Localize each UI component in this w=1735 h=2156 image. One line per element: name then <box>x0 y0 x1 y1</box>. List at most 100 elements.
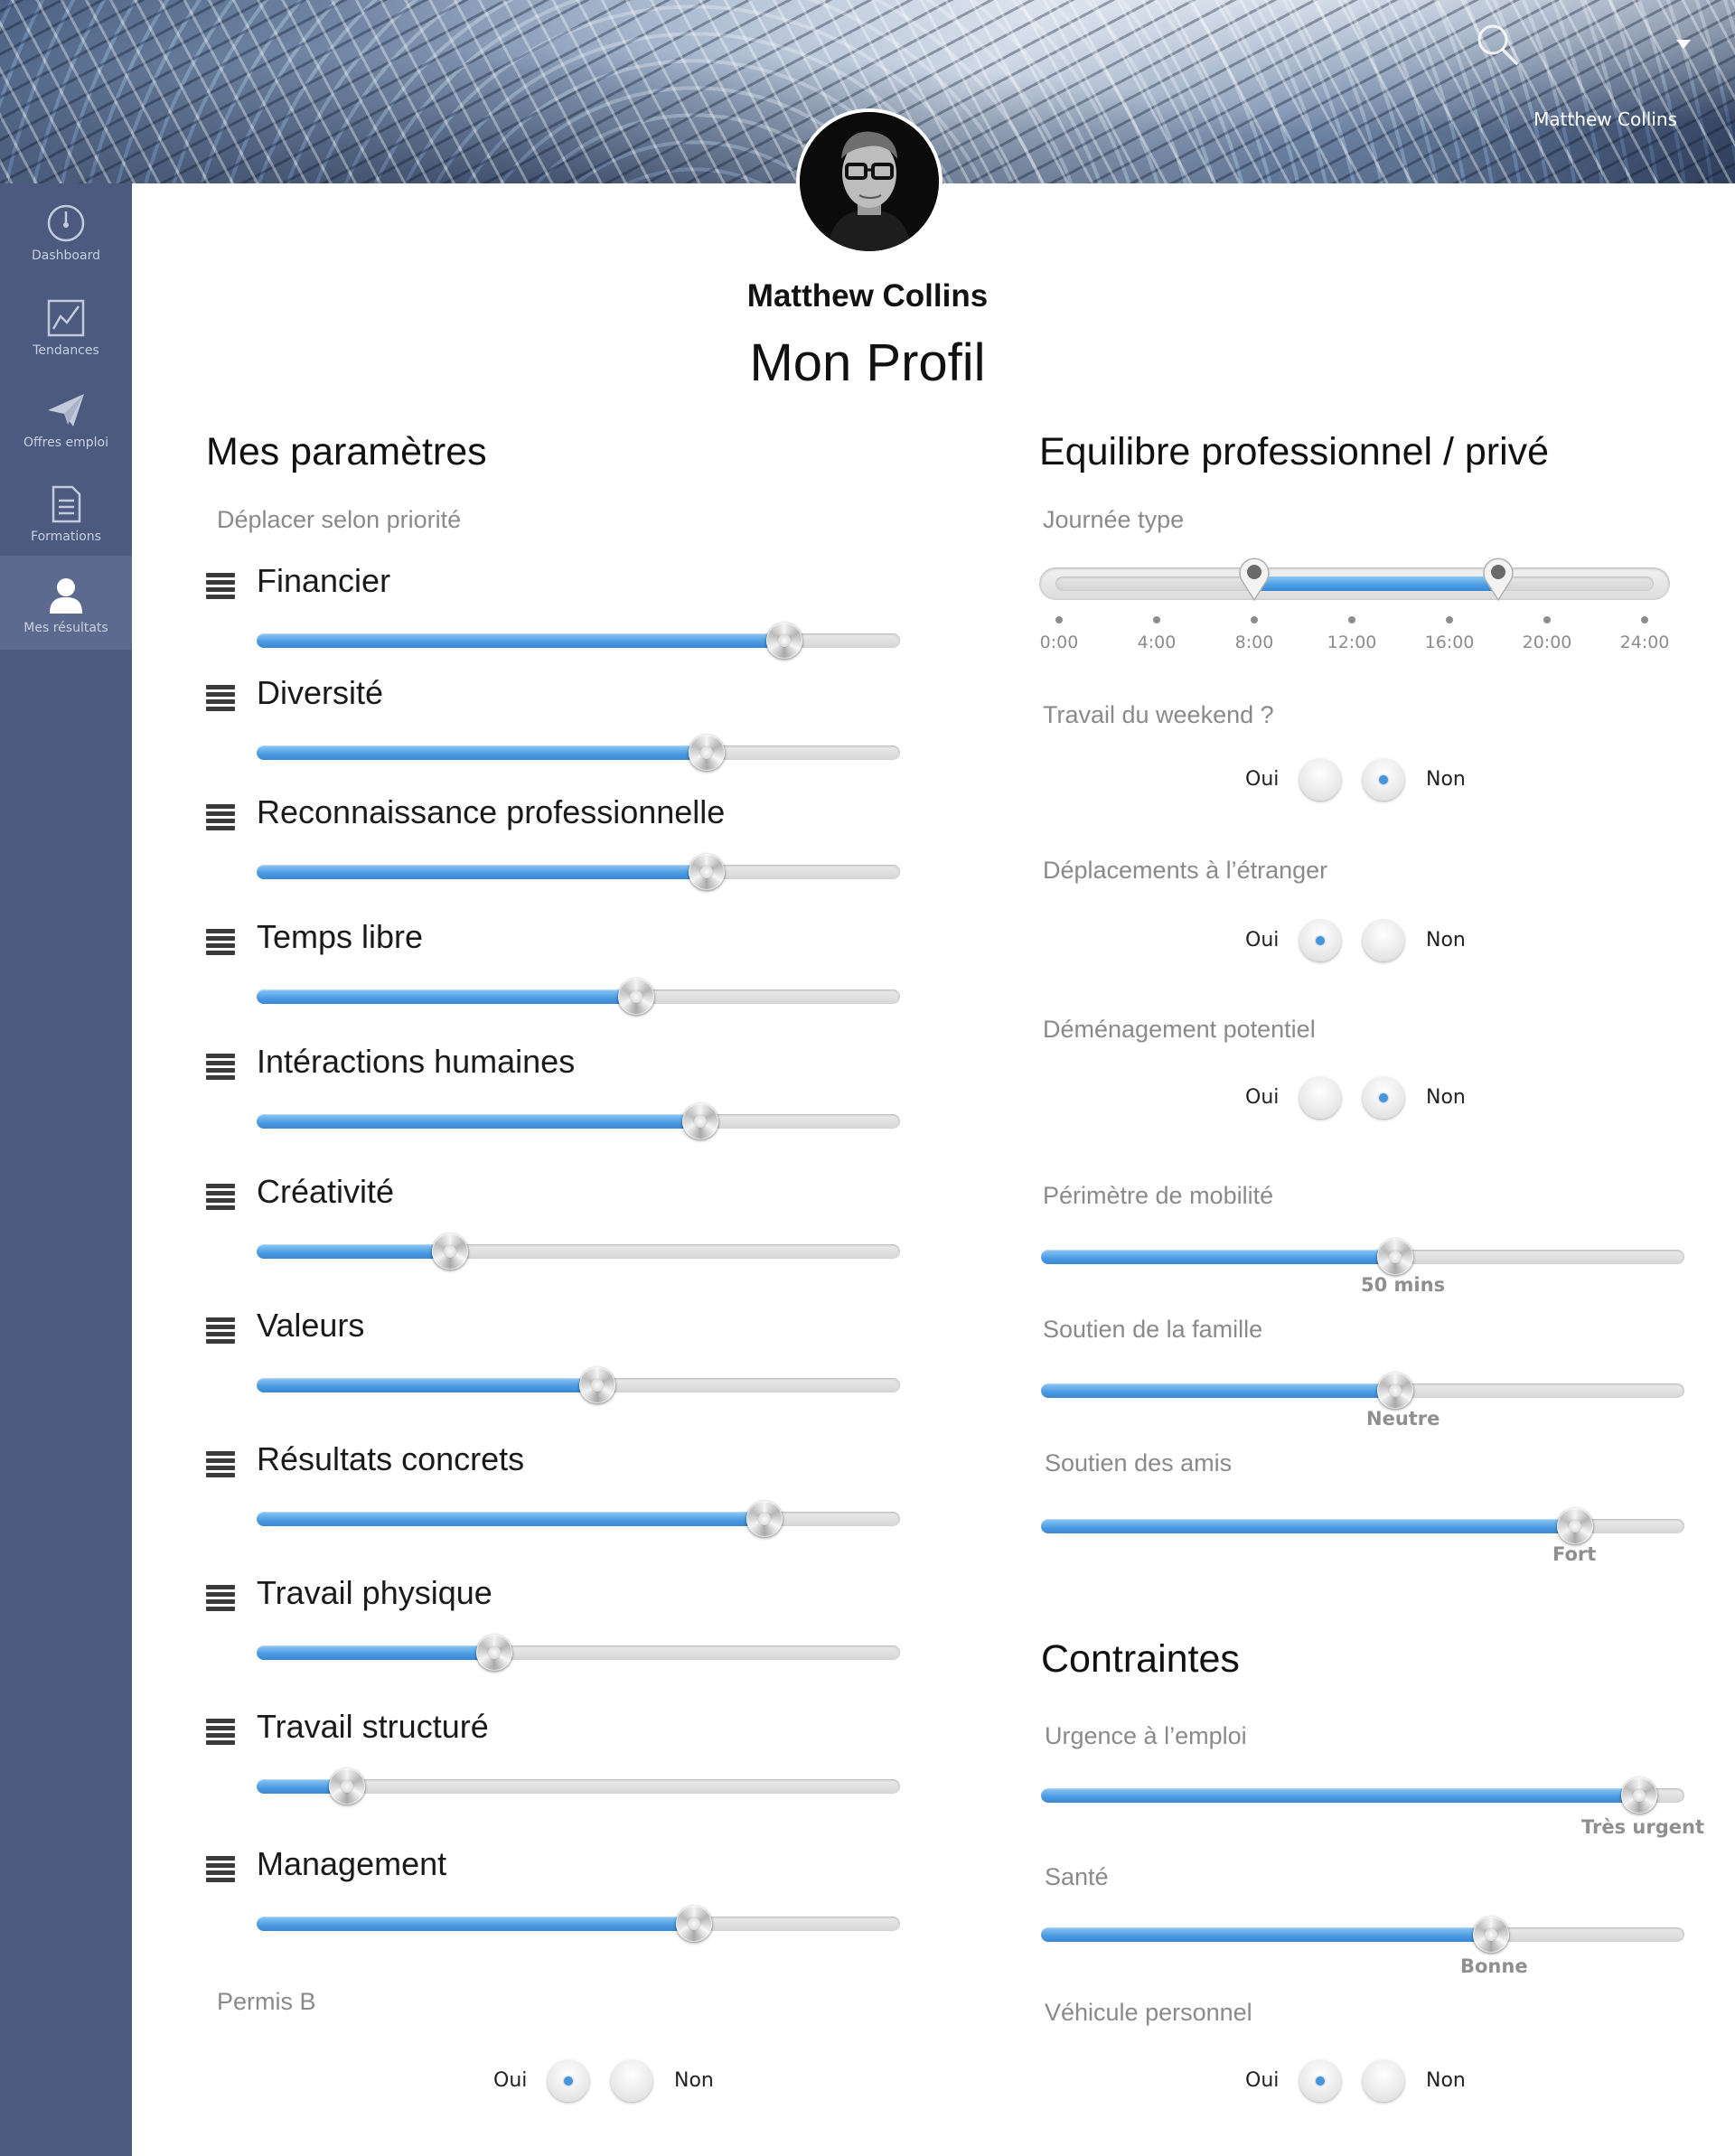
drag-handle-icon[interactable] <box>206 573 235 599</box>
priority-item[interactable]: Financier <box>206 562 911 674</box>
mobilite-caption: 50 mins <box>1361 1274 1446 1296</box>
famille-slider[interactable] <box>1041 1372 1684 1409</box>
priority-label: Travail physique <box>257 1574 492 1611</box>
range-tick-dot <box>1446 616 1453 623</box>
deplacements-radio-group: Oui Non <box>1240 920 1475 965</box>
amis-caption: Fort <box>1552 1543 1597 1565</box>
drag-handle-icon[interactable] <box>206 1184 235 1210</box>
amis-slider[interactable] <box>1041 1507 1684 1544</box>
slider-fill <box>257 1114 700 1129</box>
slider-knob[interactable] <box>746 1501 783 1537</box>
journee-type-range[interactable]: 0:00 4:00 8:00 12:00 16:00 20:00 24:00 <box>1039 558 1670 672</box>
sante-slider[interactable] <box>1041 1916 1684 1953</box>
radio-non-label: Non <box>1426 2069 1466 2092</box>
slider-fill <box>257 1645 494 1660</box>
document-icon <box>52 485 81 523</box>
sidebar-item-mes-resultats[interactable]: Mes résultats <box>0 556 132 650</box>
priority-item[interactable]: Management <box>206 1845 911 1957</box>
permis-label: Permis B <box>217 1988 316 2015</box>
slider-knob[interactable] <box>1377 1373 1413 1409</box>
priority-slider[interactable] <box>257 853 900 890</box>
priority-slider[interactable] <box>257 734 900 771</box>
priority-slider[interactable] <box>257 1905 900 1942</box>
priority-item[interactable]: Diversité <box>206 674 911 786</box>
paper-plane-icon <box>48 394 84 427</box>
priority-slider[interactable] <box>257 978 900 1015</box>
permis-oui-radio[interactable] <box>548 2060 589 2102</box>
priority-item[interactable]: Résultats concrets <box>206 1440 911 1552</box>
demenagement-non-radio[interactable] <box>1363 1077 1404 1119</box>
drag-handle-icon[interactable] <box>206 1451 235 1477</box>
priority-item[interactable]: Reconnaissance professionnelle <box>206 793 911 905</box>
drag-handle-icon[interactable] <box>206 1054 235 1080</box>
priority-label: Temps libre <box>257 918 424 955</box>
slider-fill <box>257 989 636 1004</box>
slider-knob[interactable] <box>1377 1239 1413 1275</box>
deplacements-label: Déplacements à l’étranger <box>1043 857 1328 884</box>
slider-knob[interactable] <box>579 1367 615 1403</box>
slider-knob[interactable] <box>1473 1917 1509 1953</box>
range-end-handle[interactable] <box>1480 557 1516 602</box>
priority-slider[interactable] <box>257 1634 900 1671</box>
priority-slider[interactable] <box>257 622 900 659</box>
priority-item[interactable]: Créativité <box>206 1173 911 1285</box>
drag-handle-icon[interactable] <box>206 1856 235 1882</box>
famille-label: Soutien de la famille <box>1043 1316 1263 1343</box>
slider-knob[interactable] <box>476 1635 512 1671</box>
slider-knob[interactable] <box>682 1103 718 1139</box>
priority-item[interactable]: Travail structuré <box>206 1708 911 1820</box>
slider-fill <box>257 745 707 760</box>
radio-non-label: Non <box>1426 929 1466 951</box>
sidebar: Dashboard Tendances Offres emploi Format… <box>0 183 132 2156</box>
range-tick-label: 0:00 <box>1039 633 1079 652</box>
avatar[interactable] <box>796 108 943 255</box>
priority-slider[interactable] <box>257 1500 900 1537</box>
drag-handle-icon[interactable] <box>206 1719 235 1745</box>
range-tick-label: 24:00 <box>1619 633 1670 652</box>
vehicule-non-radio[interactable] <box>1363 2060 1404 2102</box>
slider-knob[interactable] <box>1557 1508 1593 1544</box>
deplacements-oui-radio[interactable] <box>1299 920 1341 961</box>
search-icon[interactable] <box>1475 22 1520 67</box>
priority-label: Résultats concrets <box>257 1440 525 1477</box>
header-user-name[interactable]: Matthew Collins <box>1500 108 1677 130</box>
priority-item[interactable]: Travail physique <box>206 1574 911 1686</box>
priority-item[interactable]: Valeurs <box>206 1307 911 1419</box>
slider-knob[interactable] <box>676 1906 712 1942</box>
vehicule-oui-radio[interactable] <box>1299 2060 1341 2102</box>
weekend-oui-radio[interactable] <box>1299 759 1341 801</box>
drag-handle-icon[interactable] <box>206 804 235 830</box>
range-tick-dot <box>1153 616 1160 623</box>
priority-slider[interactable] <box>257 1366 900 1403</box>
sidebar-item-offres[interactable]: Offres emploi <box>0 390 132 484</box>
slider-fill <box>257 1244 450 1259</box>
slider-knob[interactable] <box>618 979 654 1015</box>
mobilite-slider[interactable] <box>1041 1238 1684 1275</box>
slider-knob[interactable] <box>689 854 725 890</box>
range-tick-dot <box>1543 616 1551 623</box>
range-start-handle[interactable] <box>1236 557 1272 602</box>
journee-type-label: Journée type <box>1043 506 1185 533</box>
demenagement-oui-radio[interactable] <box>1299 1077 1341 1119</box>
slider-knob[interactable] <box>432 1233 468 1270</box>
priority-item[interactable]: Temps libre <box>206 918 911 1030</box>
urgence-slider[interactable] <box>1041 1776 1684 1814</box>
slider-knob[interactable] <box>689 735 725 771</box>
drag-handle-icon[interactable] <box>206 1585 235 1611</box>
slider-knob[interactable] <box>766 623 802 659</box>
priority-slider[interactable] <box>257 1767 900 1804</box>
drag-handle-icon[interactable] <box>206 1317 235 1344</box>
priority-slider[interactable] <box>257 1233 900 1270</box>
caret-down-icon[interactable] <box>1676 40 1691 49</box>
drag-handle-icon[interactable] <box>206 929 235 955</box>
permis-non-radio[interactable] <box>611 2060 652 2102</box>
priority-item[interactable]: Intéractions humaines <box>206 1043 911 1155</box>
slider-knob[interactable] <box>1621 1777 1657 1814</box>
slider-fill <box>1041 1383 1395 1398</box>
drag-handle-icon[interactable] <box>206 685 235 711</box>
priority-slider[interactable] <box>257 1102 900 1139</box>
weekend-non-radio[interactable] <box>1363 759 1404 801</box>
slider-fill <box>257 1378 597 1392</box>
deplacements-non-radio[interactable] <box>1363 920 1404 961</box>
slider-knob[interactable] <box>329 1768 365 1804</box>
